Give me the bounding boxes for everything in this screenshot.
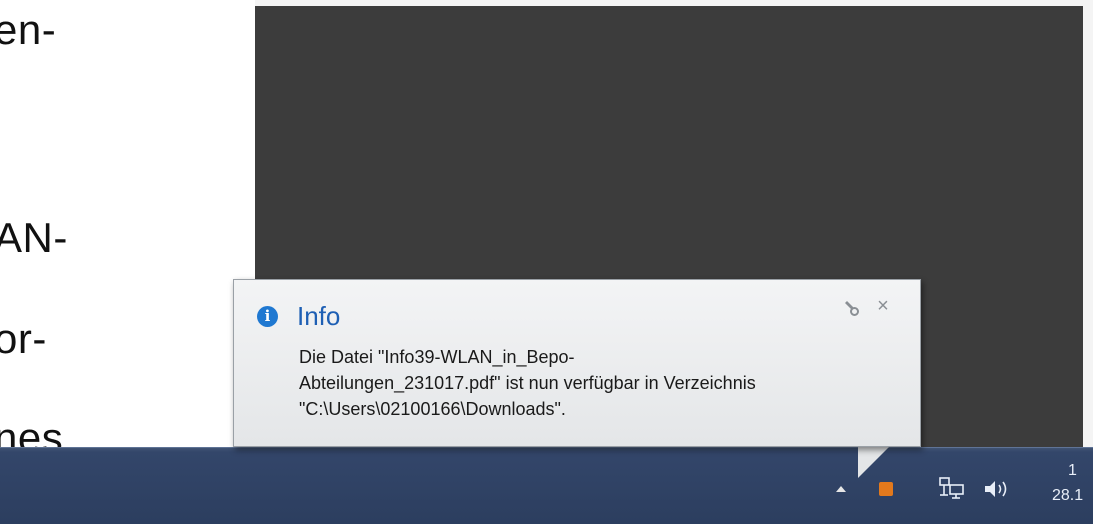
document-text-fragment: nes [0, 414, 64, 447]
notification-title: Info [297, 301, 341, 331]
document-text-fragment: or- [0, 315, 47, 362]
network-icon[interactable] [938, 475, 966, 501]
volume-icon[interactable] [982, 478, 1012, 500]
document-page: en- AN- or- nes [0, 0, 255, 447]
message-line: "C:\Users\02100166\Downloads". [299, 399, 566, 419]
message-line: Die Datei "Info39-WLAN_in_Bepo- [299, 347, 575, 367]
document-text-fragment: en- [0, 6, 57, 53]
message-line: Abteilungen_231017.pdf" ist nun verfügba… [299, 373, 756, 393]
clock-time[interactable]: 1 [1068, 462, 1077, 480]
settings-wrench-icon[interactable] [842, 299, 860, 317]
show-hidden-icons-arrow-icon[interactable] [836, 486, 846, 492]
notification-message: Die Datei "Info39-WLAN_in_Bepo- Abteilun… [299, 344, 914, 422]
pdf-download-icon[interactable] [879, 482, 893, 496]
document-text-fragment: AN- [0, 214, 68, 261]
window-edge-right [1083, 0, 1093, 447]
taskbar [0, 447, 1093, 524]
balloon-pointer [858, 446, 890, 478]
info-icon: i [257, 306, 278, 327]
close-icon[interactable]: × [874, 296, 892, 316]
clock-date[interactable]: 28.1 [1052, 487, 1083, 505]
